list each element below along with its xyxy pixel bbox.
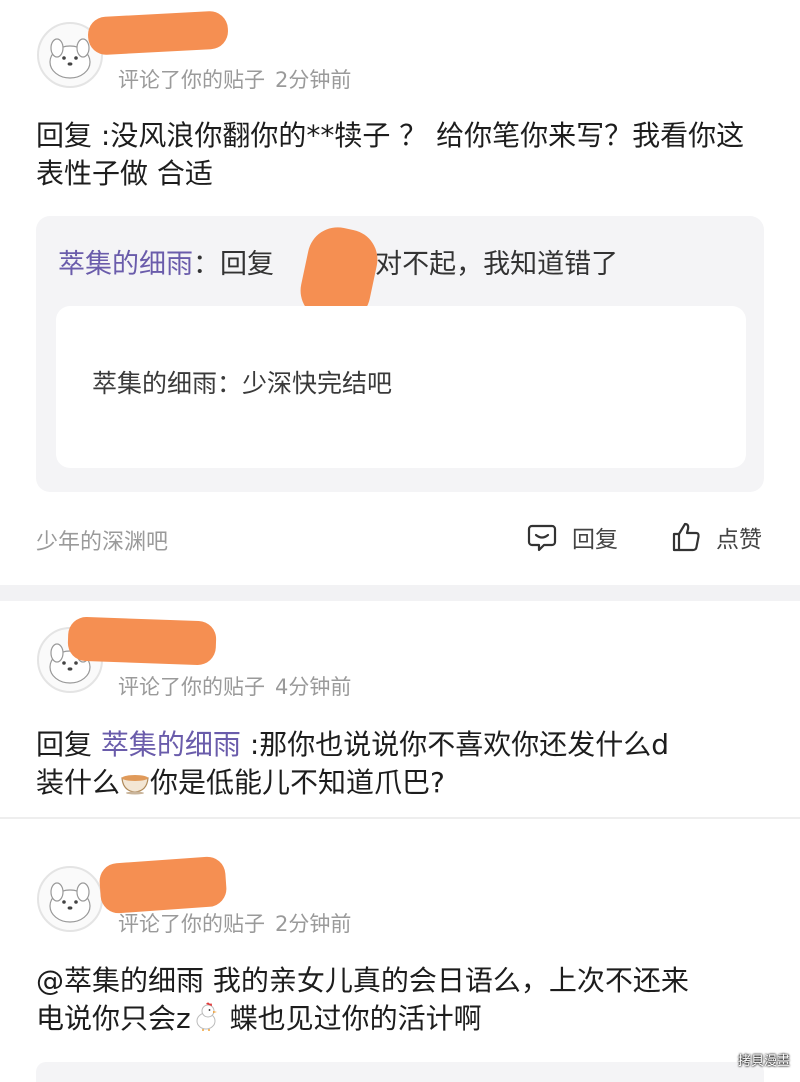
- comment-line2b: 你是低能儿不知道爪巴?: [150, 766, 445, 799]
- reply-prefix: ：回复: [193, 249, 274, 280]
- watermark: 拷貝漫畫: [737, 1054, 790, 1069]
- card-divider: [0, 817, 800, 819]
- like-button[interactable]: 点赞: [670, 520, 762, 554]
- teacup-emoji: [121, 775, 149, 795]
- chicken-emoji: [196, 1002, 217, 1031]
- comment-text: @萃集的细雨 我的亲女儿真的会日语么，上次不还来 电说你只会z 蝶也见过你的活计…: [36, 962, 760, 1038]
- quoted-author-link[interactable]: 萃集的细雨: [58, 249, 193, 280]
- quoted-thread[interactable]: 萃集的细雨：回复:对不起，我知道错了 萃集的细雨：少深快完结吧: [36, 216, 764, 492]
- post-meta: 评论了你的贴子 2分钟前: [118, 64, 351, 94]
- reply-button[interactable]: 回复: [526, 520, 618, 554]
- meta-action: 评论了你的贴子: [118, 68, 265, 92]
- quoted-thread-preview: [36, 1062, 764, 1082]
- meta-action: 评论了你的贴子: [118, 675, 265, 699]
- timestamp: 2分钟前: [275, 912, 352, 936]
- comment-line2a: 装什么: [36, 766, 121, 799]
- original-comment-text: 萃集的细雨：少深快完结吧: [92, 364, 392, 400]
- original-comment[interactable]: 萃集的细雨：少深快完结吧: [56, 306, 746, 468]
- timestamp: 2分钟前: [275, 68, 352, 92]
- meta-action: 评论了你的贴子: [118, 912, 265, 936]
- post-meta: 评论了你的贴子 4分钟前: [118, 671, 351, 701]
- mention-link[interactable]: 萃集的细雨: [101, 728, 241, 761]
- user-avatar[interactable]: [37, 866, 103, 932]
- comment-bubble-icon: [527, 524, 557, 552]
- original-author: 萃集的细雨: [92, 369, 218, 398]
- quoted-reply-text: :对不起，我知道错了: [366, 249, 619, 280]
- post-meta: 评论了你的贴子 2分钟前: [118, 908, 351, 938]
- notification-card-1[interactable]: 评论了你的贴子 2分钟前 回复 :没风浪你翻你的**犊子 ？ 给你笔你来写？我看你…: [0, 0, 800, 585]
- post-footer: 少年的深渊吧 回复 点赞: [36, 520, 766, 560]
- timestamp: 4分钟前: [275, 675, 352, 699]
- like-label: 点赞: [716, 527, 762, 553]
- comment-line2a: 电说你只会z: [36, 1002, 191, 1035]
- comment-line2b: 蝶也见过你的活计啊: [220, 1002, 482, 1035]
- comment-text: 回复 萃集的细雨 :那你也说说你不喜欢你还发什么d 装什么 你是低能儿不知道爪巴?: [36, 726, 760, 802]
- original-text: ：少深快完结吧: [217, 369, 393, 398]
- reply-prefix: 回复: [36, 728, 93, 761]
- forum-name[interactable]: 少年的深渊吧: [36, 524, 168, 556]
- redacted-username: [87, 10, 229, 56]
- redacted-username: [67, 616, 217, 666]
- comment-line1: :那你也说说你不喜欢你还发什么d: [249, 728, 670, 761]
- comment-text: 回复 :没风浪你翻你的**犊子 ？ 给你笔你来写？我看你这表性子做 合适: [36, 119, 745, 190]
- redacted-username: [98, 855, 228, 915]
- notification-card-3[interactable]: 评论了你的贴子 2分钟前 @萃集的细雨 我的亲女儿真的会日语么，上次不还来 电说你…: [0, 836, 800, 1082]
- comment-line1: @萃集的细雨 我的亲女儿真的会日语么，上次不还来: [36, 964, 689, 997]
- card-divider: [0, 585, 800, 601]
- reply-label: 回复: [572, 527, 618, 553]
- thumbs-up-icon: [672, 522, 700, 552]
- notification-card-2[interactable]: 评论了你的贴子 4分钟前 回复 萃集的细雨 :那你也说说你不喜欢你还发什么d 装什…: [0, 601, 800, 816]
